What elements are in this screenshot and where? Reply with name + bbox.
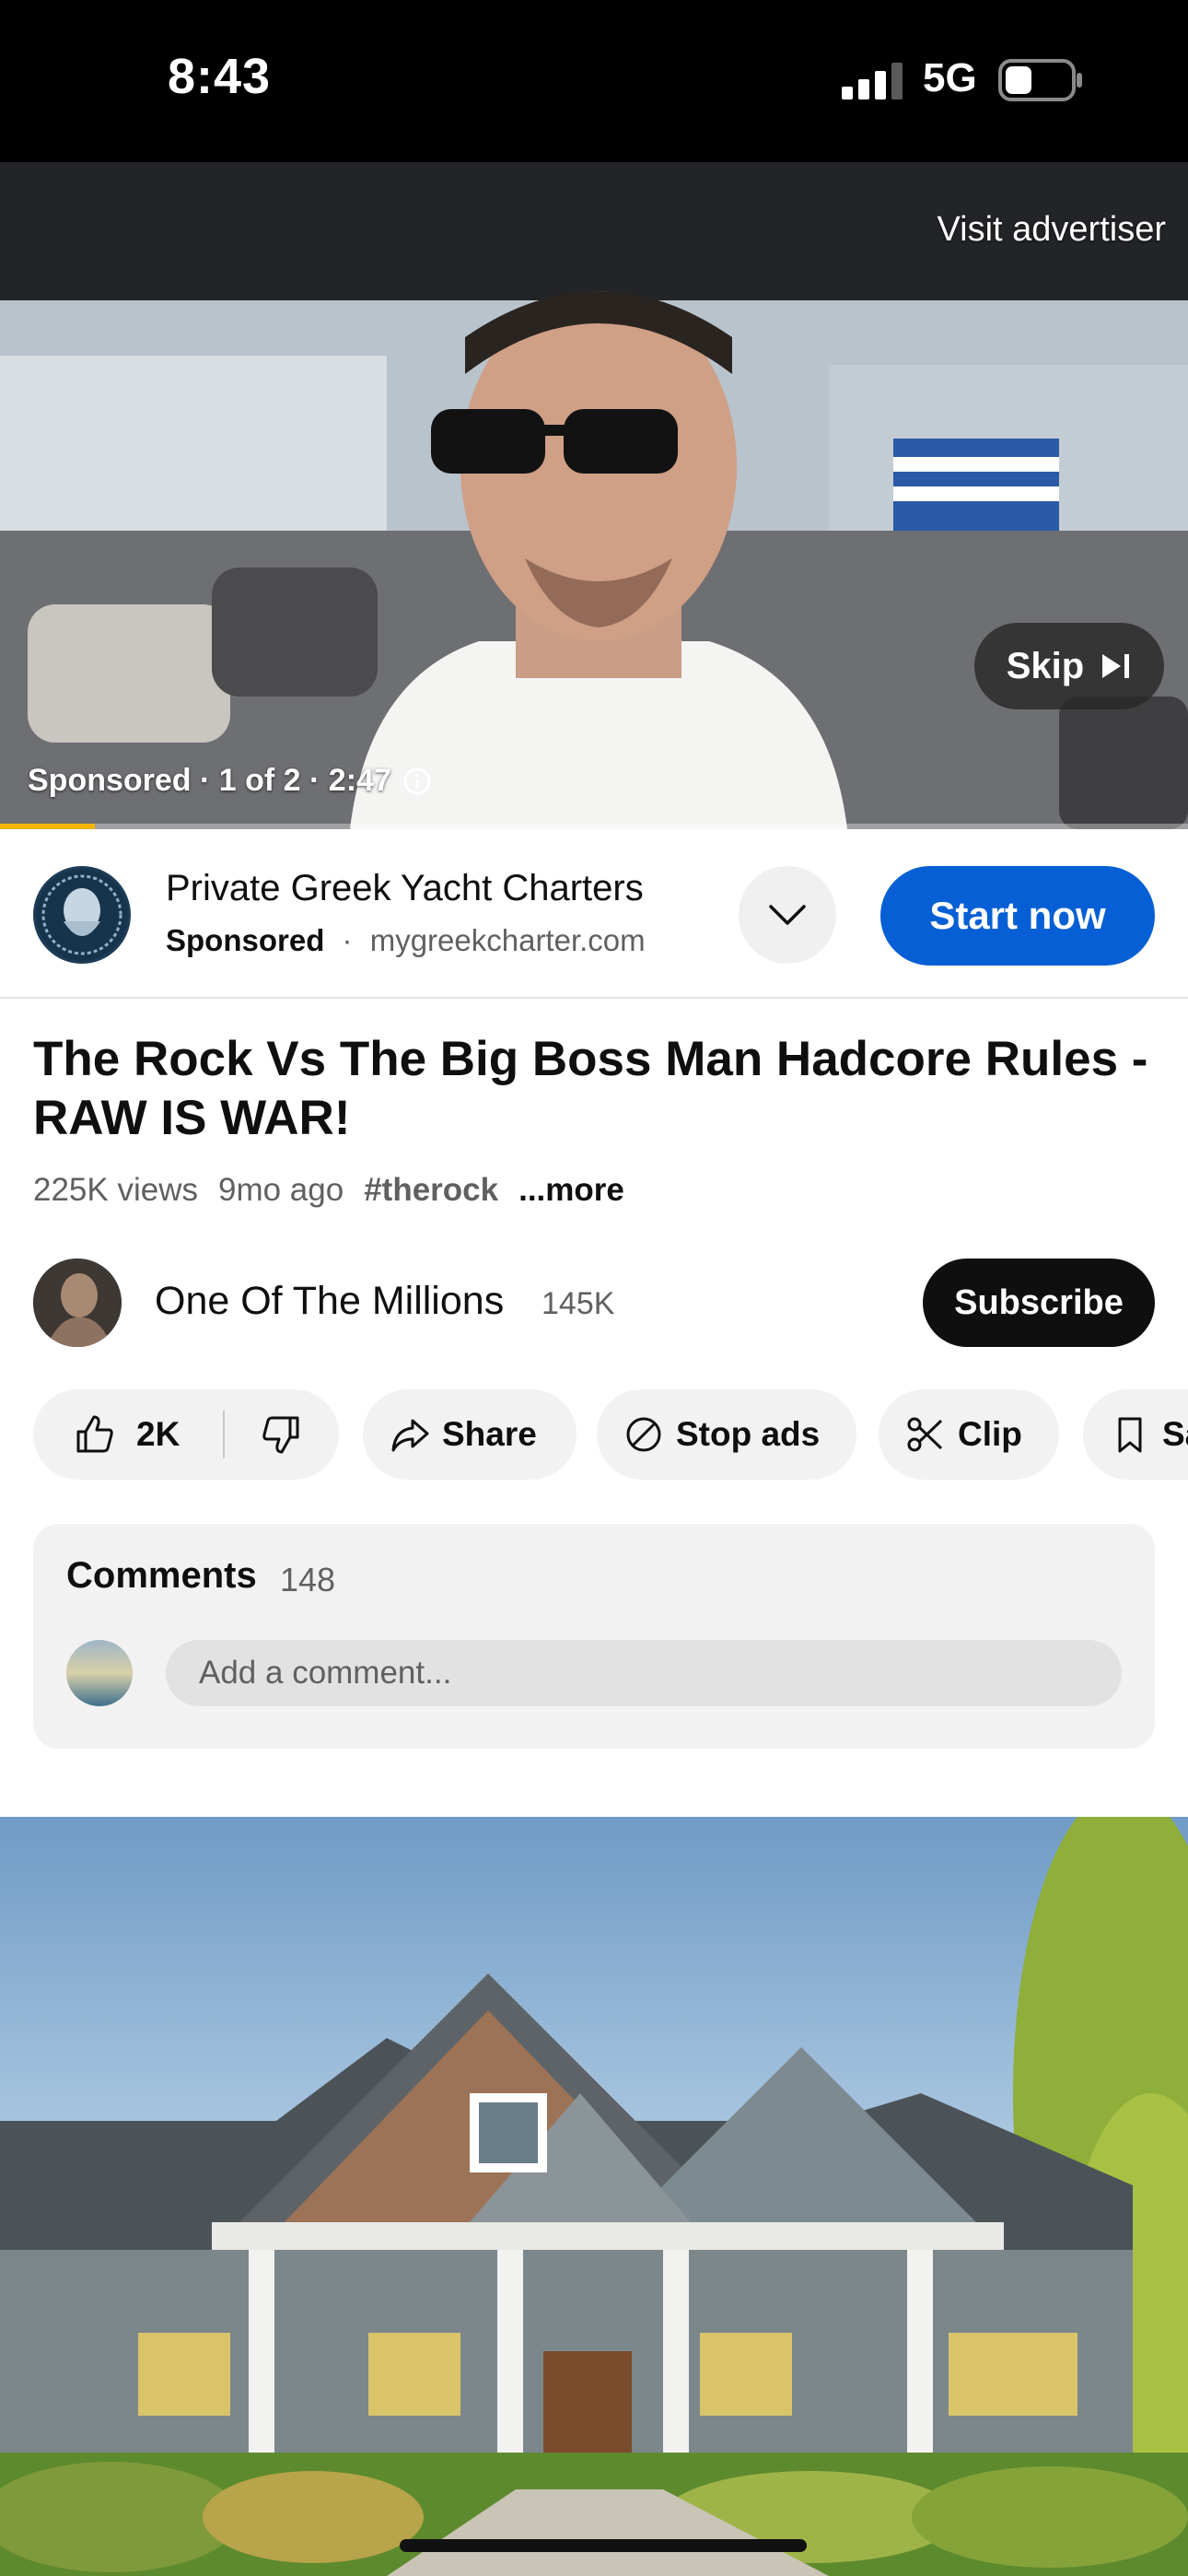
- save-button[interactable]: Sa: [1083, 1389, 1188, 1480]
- channel-row: One Of The Millions 145K Subscribe: [0, 1251, 1188, 1352]
- home-indicator: [400, 2539, 807, 2552]
- clock: 8:43: [168, 49, 272, 104]
- action-bar: 2K Share Stop ads Clip Sa: [33, 1389, 1188, 1480]
- status-bar: 8:43 5G: [0, 0, 1188, 162]
- comments-heading: Comments: [66, 1555, 257, 1596]
- video-frame-image: [0, 162, 1188, 829]
- hashtag-link[interactable]: #therock: [364, 1172, 498, 1209]
- ad-info: Sponsored · 1 of 2 · 2:47: [28, 763, 432, 799]
- stop-ads-button[interactable]: Stop ads: [597, 1389, 856, 1480]
- share-icon: [391, 1419, 429, 1452]
- dislike-button[interactable]: [225, 1413, 337, 1456]
- save-label: Sa: [1162, 1415, 1188, 1453]
- like-dislike-chip: 2K: [33, 1389, 339, 1480]
- add-comment-input[interactable]: Add a comment...: [166, 1640, 1122, 1706]
- expand-ad-button[interactable]: [739, 866, 836, 964]
- house-image: [0, 1817, 1188, 2576]
- comments-count: 148: [280, 1561, 336, 1598]
- advertiser-domain: mygreekcharter.com: [369, 923, 646, 957]
- channel-avatar[interactable]: [33, 1259, 122, 1347]
- block-icon: [626, 1417, 661, 1452]
- video-title[interactable]: The Rock Vs The Big Boss Man Hadcore Rul…: [33, 1030, 1157, 1148]
- ad-info-text: Sponsored · 1 of 2 · 2:47: [28, 763, 391, 798]
- more-description-button[interactable]: ...more: [518, 1172, 624, 1209]
- channel-avatar-image: [33, 1259, 122, 1347]
- view-count: 225K views: [33, 1172, 198, 1208]
- like-count: 2K: [136, 1415, 181, 1453]
- thumbs-up-icon: [76, 1415, 113, 1453]
- cellular-signal-icon: [842, 63, 903, 100]
- advertiser-logo-image: [36, 869, 128, 961]
- start-now-button[interactable]: Start now: [880, 866, 1155, 966]
- advertiser-subline: Sponsored · mygreekcharter.com: [166, 923, 646, 958]
- share-button[interactable]: Share: [363, 1389, 577, 1480]
- skip-next-icon: [1102, 654, 1130, 678]
- next-video-thumbnail[interactable]: [0, 1817, 1188, 2576]
- video-meta[interactable]: 225K views 9mo ago #therock ...more: [33, 1172, 624, 1209]
- skip-ad-button[interactable]: Skip: [974, 623, 1164, 709]
- bookmark-icon: [1118, 1417, 1142, 1453]
- info-icon[interactable]: [402, 767, 432, 796]
- clip-button[interactable]: Clip: [879, 1389, 1059, 1480]
- comments-panel[interactable]: Comments 148 Add a comment...: [33, 1524, 1155, 1749]
- battery-icon: [998, 59, 1082, 101]
- thumbs-down-icon: [262, 1416, 299, 1454]
- upload-age: 9mo ago: [217, 1172, 344, 1208]
- clip-label: Clip: [958, 1415, 1022, 1453]
- advertiser-logo[interactable]: [33, 866, 131, 964]
- chevron-down-icon: [769, 905, 806, 925]
- channel-name[interactable]: One Of The Millions: [155, 1279, 504, 1324]
- user-avatar: [66, 1640, 133, 1706]
- scissors-icon: [907, 1417, 943, 1452]
- advertiser-row: Private Greek Yacht Charters Sponsored ·…: [0, 829, 1188, 999]
- visit-advertiser-link[interactable]: Visit advertiser: [937, 210, 1166, 250]
- like-button[interactable]: 2K: [33, 1413, 223, 1456]
- share-label: Share: [442, 1415, 537, 1453]
- skip-label: Skip: [1006, 645, 1085, 686]
- sponsored-label: Sponsored: [166, 923, 325, 957]
- separator-dot: ·: [342, 923, 353, 957]
- network-type: 5G: [923, 55, 977, 100]
- subscribe-button[interactable]: Subscribe: [923, 1259, 1155, 1347]
- subscriber-count: 145K: [542, 1286, 615, 1321]
- video-player[interactable]: Visit advertiser Skip Sponsored · 1 of 2…: [0, 162, 1188, 829]
- advertiser-name[interactable]: Private Greek Yacht Charters: [166, 868, 644, 909]
- stop-ads-label: Stop ads: [676, 1415, 821, 1453]
